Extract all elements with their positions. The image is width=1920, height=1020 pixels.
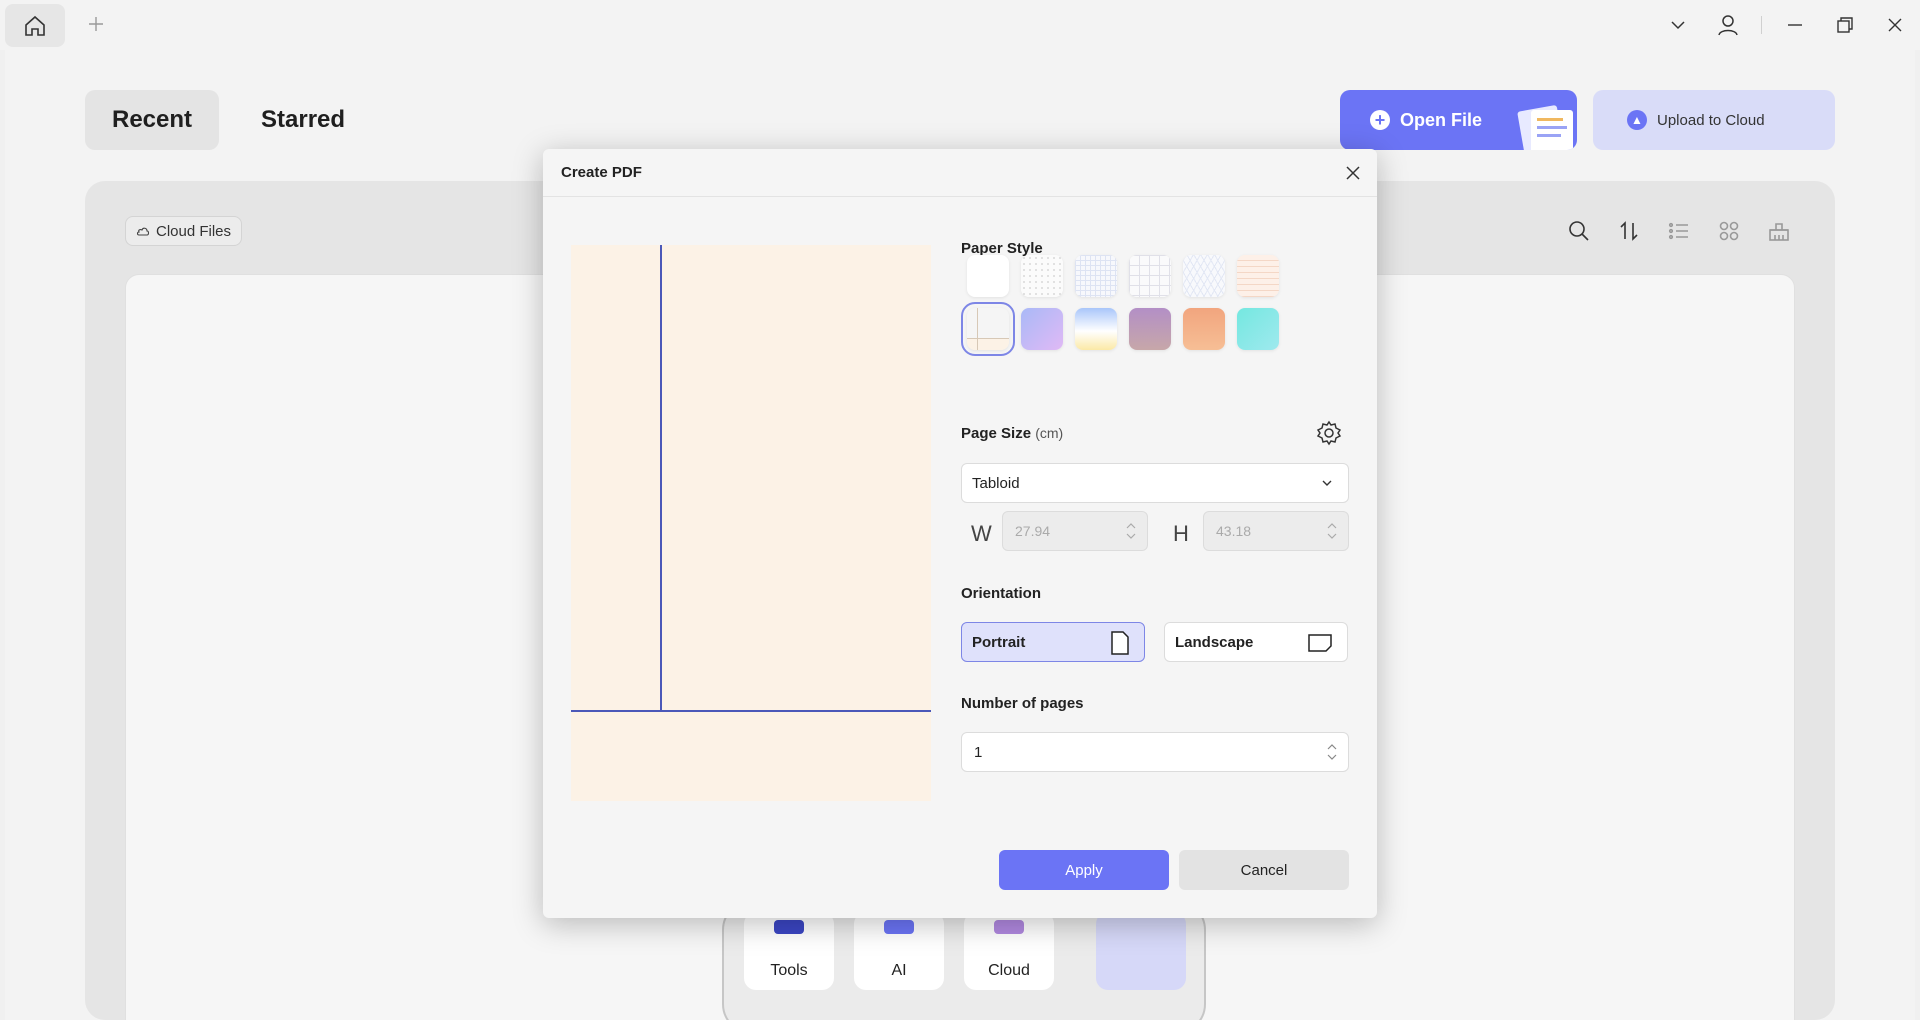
page-size-unit: (cm) [1035,425,1064,441]
page-size-text: Page Size [961,425,1032,442]
paper-style-lavender[interactable] [1021,308,1063,350]
paper-style-isometric[interactable] [1183,255,1225,297]
dock-ai[interactable]: AI [854,912,944,990]
dialog-title: Create PDF [543,149,1377,197]
spinner-icon[interactable] [1326,741,1338,763]
landscape-page-icon [1308,634,1332,652]
paper-style-lined-peach[interactable] [1237,255,1279,297]
dock-tools[interactable]: Tools [744,912,834,990]
home-icon [25,15,45,36]
upload-arrow-icon: ▲ [1627,110,1647,130]
chevron-down-icon [1322,480,1332,486]
list-view-button[interactable] [1663,215,1695,247]
upload-label: Upload to Cloud [1657,111,1765,129]
separator [1761,16,1762,34]
portrait-option[interactable]: Portrait [961,622,1145,662]
account-button[interactable] [1703,0,1753,50]
minimize-icon [1788,24,1802,26]
gear-icon[interactable] [1315,419,1343,447]
sort-button[interactable] [1613,215,1645,247]
paper-style-blank[interactable] [967,255,1009,297]
pages-value: 1 [974,743,983,761]
close-window-button[interactable] [1870,0,1920,50]
restore-icon [1837,17,1853,33]
cloud-files-label: Cloud Files [156,222,232,240]
open-file-button[interactable]: + Open File [1340,90,1577,150]
cancel-button[interactable]: Cancel [1179,850,1349,890]
cloud-icon [136,227,150,236]
tab-list-button[interactable] [1653,0,1703,50]
new-tab-button[interactable] [84,12,108,36]
list-icon [1668,222,1688,240]
plus-circle-icon: + [1370,110,1390,130]
pages-label: Number of pages [961,695,1084,712]
open-file-label: Open File [1400,109,1483,130]
height-label: H [1173,521,1189,546]
height-input[interactable]: 43.18 [1203,511,1349,551]
width-label: W [971,521,992,546]
orientation-label: Orientation [961,585,1042,602]
paper-style-peach[interactable] [1183,308,1225,350]
width-input[interactable]: 27.94 [1002,511,1148,551]
quick-dock: Tools AI Cloud [722,900,1206,1020]
page-size-label: Page Size (cm) [961,425,1063,442]
page-size-value: Tabloid [972,474,1020,492]
clear-button[interactable] [1763,215,1795,247]
create-pdf-dialog: Create PDF Paper Style Page Size (cm) Ta… [543,149,1377,918]
spinner-icon[interactable] [1326,520,1338,542]
landscape-option[interactable]: Landscape [1164,622,1348,662]
spinner-icon[interactable] [1125,520,1137,542]
cloud-files-chip[interactable]: Cloud Files [125,216,243,246]
paper-style-cornell[interactable] [961,302,1015,356]
user-icon [1718,15,1738,36]
paper-style-fine-grid[interactable] [1075,255,1117,297]
apply-button[interactable]: Apply [999,850,1169,890]
paper-style-aqua[interactable] [1237,308,1279,350]
plus-icon [89,17,103,31]
page-preview [571,245,931,801]
minimize-button[interactable] [1770,0,1820,50]
dock-cloud-label: Cloud [988,962,1030,979]
title-bar [0,0,1920,50]
paper-style-grid[interactable] [1129,255,1171,297]
pages-input[interactable]: 1 [961,732,1349,772]
documents-illustration-icon [1517,105,1573,150]
grid-view-button[interactable] [1713,215,1745,247]
cornell-summary-line [571,710,931,712]
dialog-close-button[interactable] [1341,161,1365,185]
upload-to-cloud-button[interactable]: ▲ Upload to Cloud [1593,90,1835,150]
grid-icon [1719,221,1739,241]
home-tab[interactable] [5,4,65,47]
height-value: 43.18 [1216,523,1252,539]
dock-cloud[interactable]: Cloud [964,912,1054,990]
close-icon [1888,18,1902,32]
portrait-label: Portrait [972,633,1026,651]
broom-icon [1769,223,1789,241]
cloud-icon [994,920,1024,934]
paper-style-sky[interactable] [1075,308,1117,350]
cornell-margin-line [660,245,662,711]
dock-tools-label: Tools [770,962,808,979]
search-icon [1569,221,1589,241]
landscape-label: Landscape [1175,633,1254,651]
chevron-down-icon [1671,21,1685,30]
paper-style-dots[interactable] [1021,255,1063,297]
dock-ai-label: AI [891,962,907,979]
portrait-page-icon [1111,631,1129,655]
tab-recent[interactable]: Recent [85,90,220,150]
ai-icon [884,920,914,934]
width-value: 27.94 [1015,523,1051,539]
paper-style-mauve[interactable] [1129,308,1171,350]
dock-create-button[interactable] [1096,912,1186,990]
sort-icon [1620,221,1638,241]
restore-button[interactable] [1820,0,1870,50]
search-button[interactable] [1563,215,1595,247]
tab-starred[interactable]: Starred [234,90,372,150]
page-size-select[interactable]: Tabloid [961,463,1349,503]
close-icon [1346,166,1360,180]
tools-icon [774,920,804,934]
